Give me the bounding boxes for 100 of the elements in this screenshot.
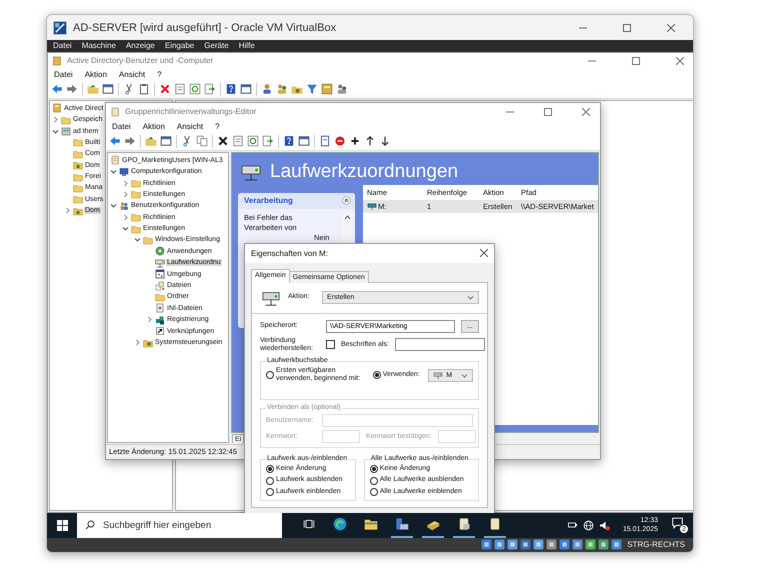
- network-icon[interactable]: [566, 520, 578, 530]
- device-status-icon[interactable]: [494, 539, 506, 550]
- folder-up-icon[interactable]: [145, 135, 157, 148]
- radio-button[interactable]: [266, 488, 274, 496]
- folder-up-icon[interactable]: [87, 83, 99, 96]
- properties-icon[interactable]: [232, 135, 244, 148]
- window-icon[interactable]: [160, 135, 172, 148]
- device-status-icon[interactable]: [611, 539, 622, 550]
- back-arrow-icon[interactable]: [109, 135, 121, 148]
- device-status-icon[interactable]: [481, 539, 492, 550]
- collapse-icon[interactable]: [342, 196, 351, 206]
- device-status-icon[interactable]: [559, 539, 570, 550]
- device-status-icon[interactable]: [533, 539, 544, 550]
- export-icon[interactable]: [262, 135, 274, 148]
- refresh-icon[interactable]: [189, 83, 201, 96]
- forward-arrow-icon[interactable]: [124, 135, 136, 148]
- menu-item[interactable]: Datei: [53, 41, 72, 50]
- document-icon[interactable]: [319, 135, 331, 148]
- user-icon[interactable]: [261, 83, 273, 96]
- menu-item[interactable]: Maschine: [82, 41, 116, 50]
- help-icon[interactable]: [283, 135, 295, 148]
- label-field[interactable]: [394, 338, 485, 352]
- help-icon[interactable]: [225, 83, 237, 96]
- radio-button[interactable]: [370, 465, 378, 474]
- checkbox[interactable]: [326, 340, 335, 350]
- menu-item[interactable]: Geräte: [204, 41, 229, 50]
- menu-item[interactable]: Aktion: [142, 122, 165, 132]
- close-icon[interactable]: [582, 108, 590, 116]
- search-bar[interactable]: Suchbegriff hier eingeben: [77, 512, 282, 538]
- device-status-icon[interactable]: [572, 539, 584, 550]
- find-icon[interactable]: [321, 83, 333, 96]
- chevron-down-icon[interactable]: [52, 128, 59, 135]
- radio-button[interactable]: [370, 476, 378, 484]
- menu-item[interactable]: Ansicht: [176, 122, 204, 132]
- arrow-up-icon[interactable]: [364, 135, 376, 148]
- device-status-icon[interactable]: [598, 539, 610, 550]
- stop-icon[interactable]: [334, 135, 346, 148]
- forward-arrow-icon[interactable]: [66, 83, 78, 96]
- close-icon[interactable]: [667, 24, 675, 32]
- window-icon[interactable]: [102, 83, 114, 96]
- menu-item[interactable]: ?: [215, 122, 220, 132]
- window-title: Gruppenrichtlinienverwaltungs-Editor: [125, 107, 258, 116]
- menu-item[interactable]: Eingabe: [164, 41, 194, 50]
- chevron-down-icon[interactable]: [110, 202, 117, 210]
- panel-title: Verarbeitung: [244, 196, 293, 206]
- window-icon[interactable]: [240, 83, 252, 96]
- export-icon[interactable]: [204, 83, 216, 96]
- close-icon[interactable]: [676, 56, 684, 65]
- back-arrow-icon[interactable]: [51, 83, 63, 96]
- search-field[interactable]: Suchbegriff hier eingeben: [101, 518, 271, 532]
- maximize-icon[interactable]: [623, 24, 631, 32]
- arrow-down-icon[interactable]: [379, 135, 391, 148]
- close-icon[interactable]: [480, 249, 488, 258]
- folder-icon: [72, 206, 82, 216]
- menu-item[interactable]: ?: [157, 70, 162, 80]
- radio-button[interactable]: [372, 371, 381, 380]
- maximize-icon[interactable]: [544, 108, 552, 116]
- radio-button[interactable]: [370, 488, 378, 496]
- window-icon: [154, 269, 164, 280]
- delete-icon[interactable]: [217, 135, 229, 148]
- plus-icon[interactable]: [349, 135, 361, 148]
- radio-button[interactable]: [266, 476, 274, 484]
- scroll-up-icon[interactable]: [344, 214, 350, 220]
- radio-button[interactable]: [266, 371, 274, 380]
- device-status-icon[interactable]: [520, 539, 532, 550]
- copy-icon[interactable]: [196, 135, 208, 148]
- filter-icon[interactable]: [306, 83, 318, 96]
- menu-item[interactable]: Hilfe: [238, 41, 255, 50]
- chevron-right-icon[interactable]: [122, 214, 129, 221]
- device-status-icon[interactable]: [507, 539, 518, 550]
- refresh-icon[interactable]: [247, 135, 259, 148]
- chevron-right-icon[interactable]: [146, 316, 153, 324]
- windows-logo-icon: [56, 520, 68, 531]
- menu-item[interactable]: Ansicht: [118, 70, 146, 80]
- clipboard-icon[interactable]: [138, 83, 150, 96]
- maximize-icon[interactable]: [632, 56, 640, 65]
- building-icon: [60, 126, 70, 136]
- drive-icon: [154, 258, 164, 268]
- menu-item[interactable]: Datei: [54, 70, 73, 80]
- chevron-right-icon[interactable]: [134, 339, 141, 346]
- menu-item[interactable]: Aktion: [84, 70, 107, 80]
- window-icon[interactable]: [298, 135, 310, 148]
- menu-item[interactable]: Anzeige: [126, 41, 155, 50]
- server-icon: [395, 517, 409, 532]
- scroll-icon: [457, 517, 471, 532]
- radio-button[interactable]: [266, 465, 274, 474]
- scroll-icon: [110, 155, 120, 166]
- users-icon[interactable]: [336, 83, 348, 96]
- menu-item[interactable]: Datei: [112, 122, 131, 132]
- chevron-down-icon[interactable]: [110, 168, 117, 176]
- speaker-muted-icon[interactable]: [598, 520, 610, 531]
- folder-icon: [130, 224, 140, 234]
- folder-icon: [72, 137, 82, 148]
- users-icon[interactable]: [276, 83, 288, 96]
- device-status-icon[interactable]: [585, 539, 596, 550]
- chevron-right-icon[interactable]: [52, 116, 59, 124]
- chevron-right-icon[interactable]: [64, 207, 71, 214]
- globe-icon[interactable]: [582, 520, 594, 531]
- device-status-icon[interactable]: [546, 539, 558, 550]
- properties-icon[interactable]: [174, 83, 186, 96]
